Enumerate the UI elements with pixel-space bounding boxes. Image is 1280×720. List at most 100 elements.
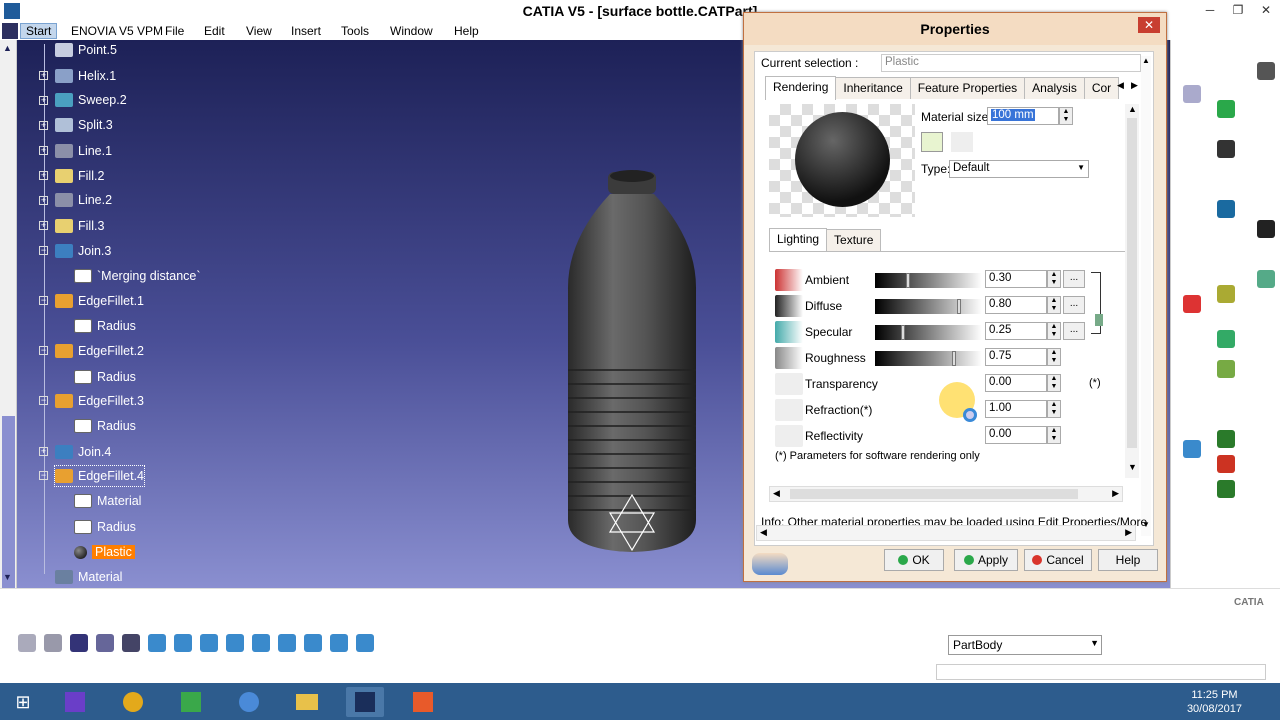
tree-item[interactable]: Split.3 — [55, 115, 113, 135]
tab-texture[interactable]: Texture — [826, 229, 882, 251]
part-body-select[interactable]: PartBody ▼ — [948, 635, 1102, 655]
tree-scrollbar[interactable]: ▲ ▼ — [0, 40, 17, 616]
toolbar-icon[interactable] — [1217, 330, 1235, 348]
tab-analysis[interactable]: Analysis — [1024, 77, 1085, 99]
command-input[interactable] — [936, 664, 1266, 680]
gear-icon[interactable] — [1257, 62, 1275, 80]
tree-item[interactable]: Fill.3 — [55, 216, 104, 236]
tree-item-selected[interactable]: EdgeFillet.4 — [53, 465, 146, 487]
tree-item[interactable]: Point.5 — [55, 40, 117, 60]
toolbar-icon[interactable] — [1217, 430, 1235, 448]
menu-start[interactable]: Start — [20, 23, 58, 39]
expand-icon[interactable]: + — [39, 171, 48, 180]
tree-item[interactable]: EdgeFillet.2 — [55, 341, 144, 361]
transparency-input[interactable]: 0.00 — [985, 374, 1047, 392]
toolbar-icon[interactable] — [1183, 85, 1201, 103]
expand-icon[interactable]: + — [39, 196, 48, 205]
menu-help[interactable]: Help — [454, 24, 479, 38]
ambient-spinner[interactable]: ▲ ▼ — [1047, 270, 1061, 288]
tree-item[interactable]: Line.1 — [55, 141, 112, 161]
tab-lighting[interactable]: Lighting — [769, 228, 828, 252]
toolbar-icon[interactable] — [1217, 285, 1235, 303]
menu-enovia[interactable]: ENOVIA V5 VPM — [71, 24, 163, 38]
chrome-icon[interactable] — [230, 687, 268, 717]
fit-all-icon[interactable] — [148, 634, 166, 652]
collapse-icon[interactable]: − — [39, 246, 48, 255]
material-size-input[interactable]: 100 mm — [987, 107, 1059, 125]
roughness-slider-thumb[interactable] — [952, 351, 956, 366]
roughness-input[interactable]: 0.75 — [985, 348, 1047, 366]
material-size-spinner[interactable]: ▲ ▼ — [1059, 107, 1073, 125]
help-button[interactable]: Help — [1098, 549, 1158, 571]
specular-spinner[interactable]: ▲ ▼ — [1047, 322, 1061, 340]
type-select[interactable]: Default ▼ — [949, 160, 1089, 178]
toolbar-icon[interactable] — [1217, 360, 1235, 378]
specular-slider-thumb[interactable] — [901, 325, 905, 340]
menu-tools[interactable]: Tools — [341, 24, 369, 38]
diffuse-slider-thumb[interactable] — [957, 299, 961, 314]
tree-item[interactable]: Radius — [74, 316, 136, 336]
dialog-close-button[interactable]: ✕ — [1138, 17, 1160, 33]
zoom-out-icon[interactable] — [252, 634, 270, 652]
ambient-slider[interactable] — [875, 273, 982, 288]
tree-item[interactable]: Join.4 — [55, 442, 111, 462]
toolbar-icon[interactable] — [1217, 480, 1235, 498]
tree-item[interactable]: Helix.1 — [55, 66, 116, 86]
tree-item[interactable]: Material — [55, 567, 122, 587]
refraction-spinner[interactable]: ▲ ▼ — [1047, 400, 1061, 418]
refraction-input[interactable]: 1.00 — [985, 400, 1047, 418]
toolbar-icon[interactable] — [1183, 440, 1201, 458]
render-style-icon[interactable] — [330, 634, 348, 652]
toolbar-icon[interactable] — [96, 634, 114, 652]
vertical-scrollbar[interactable]: ▲ ▼ — [1125, 104, 1139, 478]
expand-icon[interactable]: + — [39, 146, 48, 155]
menu-edit[interactable]: Edit — [204, 24, 225, 38]
zoom-in-icon[interactable] — [226, 634, 244, 652]
tree-scrollbar-thumb[interactable] — [2, 416, 15, 616]
windows-start-icon[interactable]: ⊞ — [4, 687, 42, 717]
toolbar-icon[interactable] — [1217, 100, 1235, 118]
toolbar-icon[interactable] — [122, 634, 140, 652]
tree-item[interactable]: EdgeFillet.3 — [55, 391, 144, 411]
collapse-icon[interactable]: − — [39, 396, 48, 405]
chrome-icon[interactable] — [114, 687, 152, 717]
tab-rendering[interactable]: Rendering — [765, 76, 837, 100]
tree-item[interactable]: Radius — [74, 367, 136, 387]
menu-insert[interactable]: Insert — [291, 24, 321, 38]
menu-window[interactable]: Window — [390, 24, 433, 38]
comment-icon[interactable] — [44, 634, 62, 652]
minimize-button[interactable]: ─ — [1196, 0, 1224, 20]
menu-view[interactable]: View — [246, 24, 272, 38]
reflectivity-input[interactable]: 0.00 — [985, 426, 1047, 444]
horizontal-scrollbar[interactable]: ◀ ▶ — [769, 486, 1123, 502]
restore-button[interactable]: ❐ — [1224, 0, 1252, 20]
diffuse-color-button[interactable]: ... — [1063, 296, 1085, 314]
diffuse-slider[interactable] — [875, 299, 982, 314]
scrollbar-thumb[interactable] — [790, 489, 1078, 499]
tab-scroll-left-icon[interactable]: ◀ — [1117, 80, 1129, 94]
tree-item[interactable]: Line.2 — [55, 190, 112, 210]
cursor-icon[interactable] — [1257, 220, 1275, 238]
tree-item[interactable]: Radius — [74, 416, 136, 436]
tree-item-plastic[interactable]: Plastic — [74, 542, 135, 562]
info-horizontal-scrollbar[interactable]: ◀ ▶ — [756, 525, 1136, 541]
cancel-button[interactable]: Cancel — [1024, 549, 1092, 571]
ambient-input[interactable]: 0.30 — [985, 270, 1047, 288]
tree-item[interactable]: Radius — [74, 517, 136, 537]
ambient-slider-thumb[interactable] — [906, 273, 910, 288]
ok-button[interactable]: OK — [884, 549, 944, 571]
diffuse-input[interactable]: 0.80 — [985, 296, 1047, 314]
close-button[interactable]: ✕ — [1252, 0, 1280, 20]
specular-color-button[interactable]: ... — [1063, 322, 1085, 340]
folder-icon[interactable] — [288, 687, 326, 717]
catia-taskbar-icon[interactable] — [346, 687, 384, 717]
tree-item[interactable]: Sweep.2 — [55, 90, 127, 110]
pan-icon[interactable] — [174, 634, 192, 652]
collapse-icon[interactable]: − — [39, 296, 48, 305]
collapse-icon[interactable]: − — [39, 471, 48, 480]
toolbar-icon[interactable] — [1217, 200, 1235, 218]
expand-icon[interactable]: + — [39, 71, 48, 80]
map-size-icon[interactable] — [921, 132, 943, 152]
app-icon[interactable] — [172, 687, 210, 717]
tab-cor[interactable]: Cor — [1083, 77, 1120, 99]
